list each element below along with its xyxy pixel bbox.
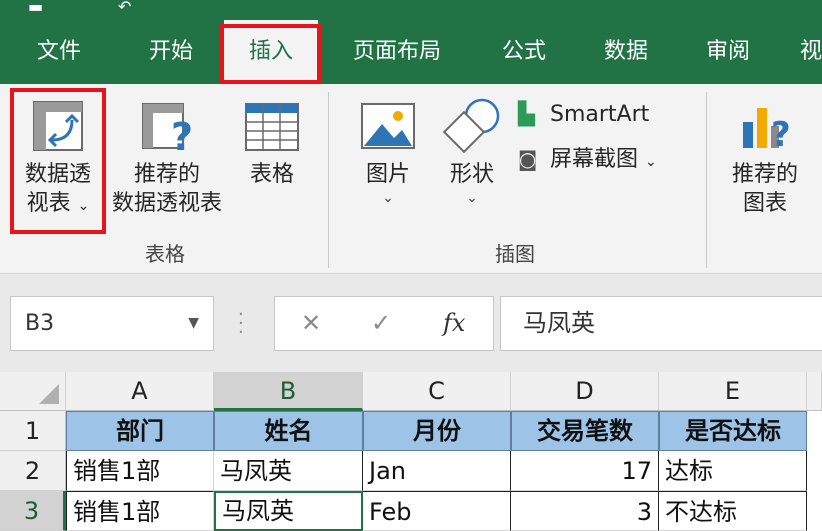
select-all-icon — [39, 384, 59, 404]
insert-function-icon[interactable]: fx — [443, 297, 465, 350]
column-header-a[interactable]: A — [66, 372, 214, 411]
cell-a2[interactable]: 销售1部 — [66, 451, 214, 491]
pivot-table-label-2: 视表 ⌄ — [26, 191, 90, 216]
cell-e3[interactable]: 不达标 — [659, 491, 807, 531]
title-bar: ▬ ↶ — [0, 0, 822, 20]
worksheet-grid: A B C D E 1 2 3 部门 姓名 月份 交易笔数 是否达标 销售1部 … — [0, 372, 822, 531]
table-label: 表格 — [249, 162, 294, 187]
chevron-down-icon: ⌄ — [466, 190, 478, 206]
cell-d3[interactable]: 3 — [511, 491, 659, 531]
undo-icon[interactable]: ↶ — [118, 0, 131, 15]
cell-e1[interactable]: 是否达标 — [659, 411, 807, 451]
pivot-table-button[interactable]: 数据透 视表 ⌄ — [14, 90, 102, 230]
column-header-d[interactable]: D — [511, 372, 659, 411]
screenshot-icon: ◙ — [518, 147, 538, 171]
ribbon-insert: 数据透 视表 ⌄ ? 推荐的 数据透视表 表格 表格 图片 ⌄ 形状 ⌄ ▙ S… — [0, 84, 822, 274]
picture-button[interactable]: 图片 ⌄ — [352, 90, 424, 230]
tab-page-layout[interactable]: 页面布局 — [338, 20, 456, 84]
chevron-down-icon: ⌄ — [645, 154, 657, 170]
name-box-value: B3 — [25, 311, 55, 336]
svg-text:?: ? — [171, 115, 193, 156]
cell-b1[interactable]: 姓名 — [214, 411, 363, 451]
cell-b2[interactable]: 马凤英 — [214, 451, 363, 491]
column-header-e[interactable]: E — [659, 372, 807, 411]
recommended-pivot-icon: ? — [142, 103, 193, 159]
cell-c3[interactable]: Feb — [363, 491, 511, 531]
group-label-tables: 表格 — [145, 242, 185, 266]
screenshot-button[interactable]: ◙ 屏幕截图 ⌄ — [518, 144, 657, 177]
tab-home[interactable]: 开始 — [130, 20, 212, 84]
row-header-2[interactable]: 2 — [0, 451, 66, 491]
group-label-illustrations: 插图 — [495, 242, 535, 266]
recommended-charts-label-1: 推荐的 — [731, 162, 798, 187]
recommended-charts-label-2: 图表 — [742, 191, 787, 216]
cell-b3[interactable]: 马凤英 — [214, 491, 363, 531]
grip-icon[interactable]: · · · — [238, 306, 244, 342]
tab-view[interactable]: 视 — [796, 20, 822, 84]
cell-e2[interactable]: 达标 — [659, 451, 807, 491]
pivot-table-icon — [33, 101, 83, 151]
svg-text:?: ? — [771, 115, 791, 155]
cell-c1[interactable]: 月份 — [363, 411, 511, 451]
column-header-b[interactable]: B — [214, 372, 363, 411]
table-icon — [245, 103, 299, 151]
recommended-pivot-label-1: 推荐的 — [133, 162, 200, 187]
row-header-1[interactable]: 1 — [0, 411, 66, 451]
chevron-down-icon: ⌄ — [77, 198, 90, 214]
picture-icon — [361, 103, 415, 149]
table-button[interactable]: 表格 — [236, 90, 308, 230]
recommended-charts-icon: ? — [743, 108, 791, 155]
formula-bar-area: B3 ▼ · · · ✕ ✓ fx 马凤英 — [0, 274, 822, 372]
cell-c2[interactable]: Jan — [363, 451, 511, 491]
recommended-pivot-label-2: 数据透视表 — [111, 191, 222, 216]
select-all-corner[interactable] — [0, 372, 66, 411]
tab-insert[interactable]: 插入 — [224, 20, 318, 84]
shapes-icon — [442, 98, 500, 154]
shapes-label: 形状 — [449, 162, 494, 187]
group-separator — [706, 92, 707, 268]
cell-d1[interactable]: 交易笔数 — [511, 411, 659, 451]
save-icon[interactable]: ▬ — [28, 0, 43, 15]
column-header-f[interactable] — [807, 372, 822, 411]
row-header-3[interactable]: 3 — [0, 491, 66, 531]
dropdown-arrow-icon[interactable]: ▼ — [188, 297, 199, 350]
pivot-table-label-1: 数据透 — [24, 162, 91, 187]
enter-icon[interactable]: ✓ — [371, 297, 391, 350]
formula-input[interactable]: 马凤英 — [500, 296, 822, 351]
group-separator — [328, 92, 329, 268]
column-header-c[interactable]: C — [363, 372, 511, 411]
cell-a3[interactable]: 销售1部 — [66, 491, 214, 531]
recommended-pivot-button[interactable]: ? 推荐的 数据透视表 — [106, 90, 228, 230]
picture-label: 图片 — [365, 162, 410, 187]
cell-a1[interactable]: 部门 — [66, 411, 214, 451]
name-box[interactable]: B3 ▼ — [10, 296, 214, 351]
tab-data[interactable]: 数据 — [590, 20, 662, 84]
cancel-icon[interactable]: ✕ — [301, 297, 321, 350]
smartart-label: SmartArt — [550, 102, 650, 127]
tab-file[interactable]: 文件 — [18, 20, 100, 84]
chevron-down-icon: ⌄ — [382, 190, 394, 206]
recommended-charts-button[interactable]: ? 推荐的 图表 — [722, 90, 808, 230]
smartart-icon: ▙ — [518, 102, 535, 127]
ribbon-tab-bar: 文件 开始 插入 页面布局 公式 数据 审阅 视 — [0, 20, 822, 84]
smartart-button[interactable]: ▙ SmartArt — [518, 100, 649, 130]
tab-review[interactable]: 审阅 — [692, 20, 764, 84]
cell-d2[interactable]: 17 — [511, 451, 659, 491]
formula-buttons: ✕ ✓ fx — [274, 296, 494, 351]
shapes-button[interactable]: 形状 ⌄ — [436, 90, 508, 230]
screenshot-label: 屏幕截图 — [550, 147, 639, 172]
tab-formulas[interactable]: 公式 — [488, 20, 560, 84]
